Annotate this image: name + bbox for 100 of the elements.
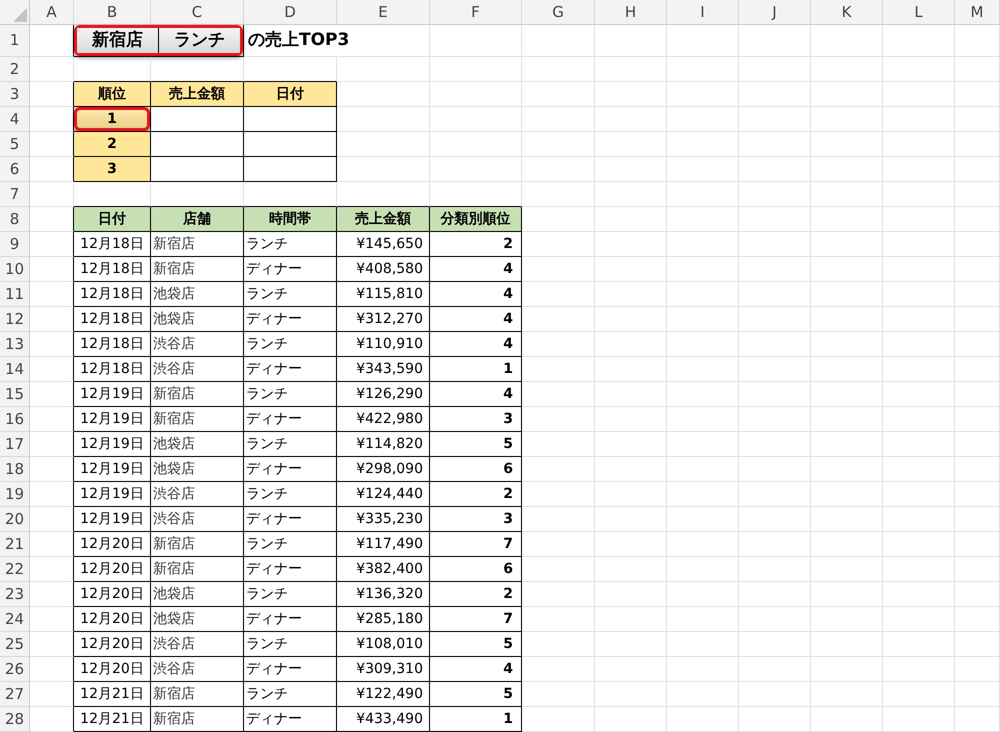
row-header[interactable]: 19 <box>0 482 30 507</box>
row-header[interactable]: 18 <box>0 457 30 482</box>
table-cell: 渋谷店 <box>151 657 244 682</box>
table-cell: ¥408,580 <box>337 257 430 282</box>
table-cell: ¥343,590 <box>337 357 430 382</box>
row-header[interactable]: 27 <box>0 682 30 707</box>
table-cell: 4 <box>430 257 522 282</box>
table-cell: ¥136,320 <box>337 582 430 607</box>
table-cell: ディナー <box>244 457 337 482</box>
table-cell: 12月19日 <box>74 432 151 457</box>
table-cell: ディナー <box>244 657 337 682</box>
column-header[interactable]: G <box>522 0 595 25</box>
row-header[interactable]: 28 <box>0 707 30 732</box>
select-all-icon[interactable] <box>13 8 27 22</box>
table-cell: 新宿店 <box>151 382 244 407</box>
table-cell: 12月21日 <box>74 682 151 707</box>
table-cell: 12月18日 <box>74 257 151 282</box>
table-cell: ランチ <box>244 332 337 357</box>
table-cell: 4 <box>430 657 522 682</box>
table-cell: 池袋店 <box>151 582 244 607</box>
row-header[interactable]: 2 <box>0 57 30 82</box>
row-header[interactable]: 5 <box>0 132 30 157</box>
column-header[interactable]: I <box>667 0 739 25</box>
column-header[interactable]: A <box>30 0 74 25</box>
row-header[interactable]: 17 <box>0 432 30 457</box>
row-header[interactable]: 12 <box>0 307 30 332</box>
row-header[interactable]: 11 <box>0 282 30 307</box>
table-cell: 5 <box>430 432 522 457</box>
table-cell: 12月19日 <box>74 382 151 407</box>
table-cell: 池袋店 <box>151 457 244 482</box>
table-cell: 12月20日 <box>74 532 151 557</box>
column-header[interactable]: B <box>74 0 151 25</box>
row-header[interactable]: 10 <box>0 257 30 282</box>
row-header[interactable]: 21 <box>0 532 30 557</box>
table-cell: ディナー <box>244 307 337 332</box>
column-header[interactable]: H <box>595 0 667 25</box>
column-header[interactable]: M <box>955 0 1000 25</box>
column-header[interactable]: J <box>739 0 811 25</box>
table-cell: ランチ <box>244 482 337 507</box>
row-header[interactable]: 16 <box>0 407 30 432</box>
column-heading: 時間帯 <box>244 207 337 232</box>
row-header[interactable]: 9 <box>0 232 30 257</box>
table-cell: ランチ <box>244 582 337 607</box>
table-cell: ¥145,650 <box>337 232 430 257</box>
column-header[interactable]: D <box>244 0 337 25</box>
column-header[interactable]: F <box>430 0 522 25</box>
table-cell: 新宿店 <box>151 707 244 732</box>
table-cell: ¥312,270 <box>337 307 430 332</box>
table-cell: 5 <box>430 632 522 657</box>
row-header[interactable]: 6 <box>0 157 30 182</box>
table-cell: 4 <box>430 332 522 357</box>
table-cell: 渋谷店 <box>151 332 244 357</box>
table-cell: ¥309,310 <box>337 657 430 682</box>
table-cell: 2 <box>430 232 522 257</box>
table-cell: ¥122,490 <box>337 682 430 707</box>
table-cell: ¥110,910 <box>337 332 430 357</box>
table-cell: 6 <box>430 557 522 582</box>
table-cell: 12月18日 <box>74 307 151 332</box>
table-cell: 渋谷店 <box>151 632 244 657</box>
row-header[interactable]: 25 <box>0 632 30 657</box>
table-cell: 新宿店 <box>151 532 244 557</box>
table-cell: 12月21日 <box>74 707 151 732</box>
row-header[interactable]: 26 <box>0 657 30 682</box>
table-cell: 12月20日 <box>74 557 151 582</box>
column-heading: 売上金額 <box>337 207 430 232</box>
table-cell: 12月18日 <box>74 332 151 357</box>
table-cell: ディナー <box>244 607 337 632</box>
table-cell: ¥285,180 <box>337 607 430 632</box>
column-header[interactable]: L <box>883 0 955 25</box>
row-header[interactable]: 14 <box>0 357 30 382</box>
table-cell: ランチ <box>244 432 337 457</box>
column-header[interactable]: K <box>811 0 883 25</box>
row-header[interactable]: 4 <box>0 107 30 132</box>
row-header[interactable]: 20 <box>0 507 30 532</box>
column-header[interactable]: C <box>151 0 244 25</box>
row-header[interactable]: 13 <box>0 332 30 357</box>
row-header[interactable]: 23 <box>0 582 30 607</box>
table-cell: ディナー <box>244 707 337 732</box>
row-header[interactable]: 1 <box>0 25 30 57</box>
row-header[interactable]: 15 <box>0 382 30 407</box>
row-header[interactable]: 7 <box>0 182 30 207</box>
table-cell: 渋谷店 <box>151 482 244 507</box>
table-cell: ランチ <box>244 282 337 307</box>
row-header[interactable]: 8 <box>0 207 30 232</box>
table-cell: ディナー <box>244 407 337 432</box>
table-cell: 7 <box>430 607 522 632</box>
table-cell: 12月18日 <box>74 357 151 382</box>
row-header[interactable]: 3 <box>0 82 30 107</box>
table-cell: 渋谷店 <box>151 507 244 532</box>
table-cell: ¥108,010 <box>337 632 430 657</box>
column-heading: 売上金額 <box>151 82 244 107</box>
row-header[interactable]: 22 <box>0 557 30 582</box>
row-header[interactable]: 24 <box>0 607 30 632</box>
table-cell: ディナー <box>244 557 337 582</box>
column-header[interactable]: E <box>337 0 430 25</box>
table-cell: 5 <box>430 682 522 707</box>
table-cell: ¥422,980 <box>337 407 430 432</box>
table-cell: ¥382,400 <box>337 557 430 582</box>
table-cell: 12月18日 <box>74 232 151 257</box>
table-cell: 4 <box>430 382 522 407</box>
